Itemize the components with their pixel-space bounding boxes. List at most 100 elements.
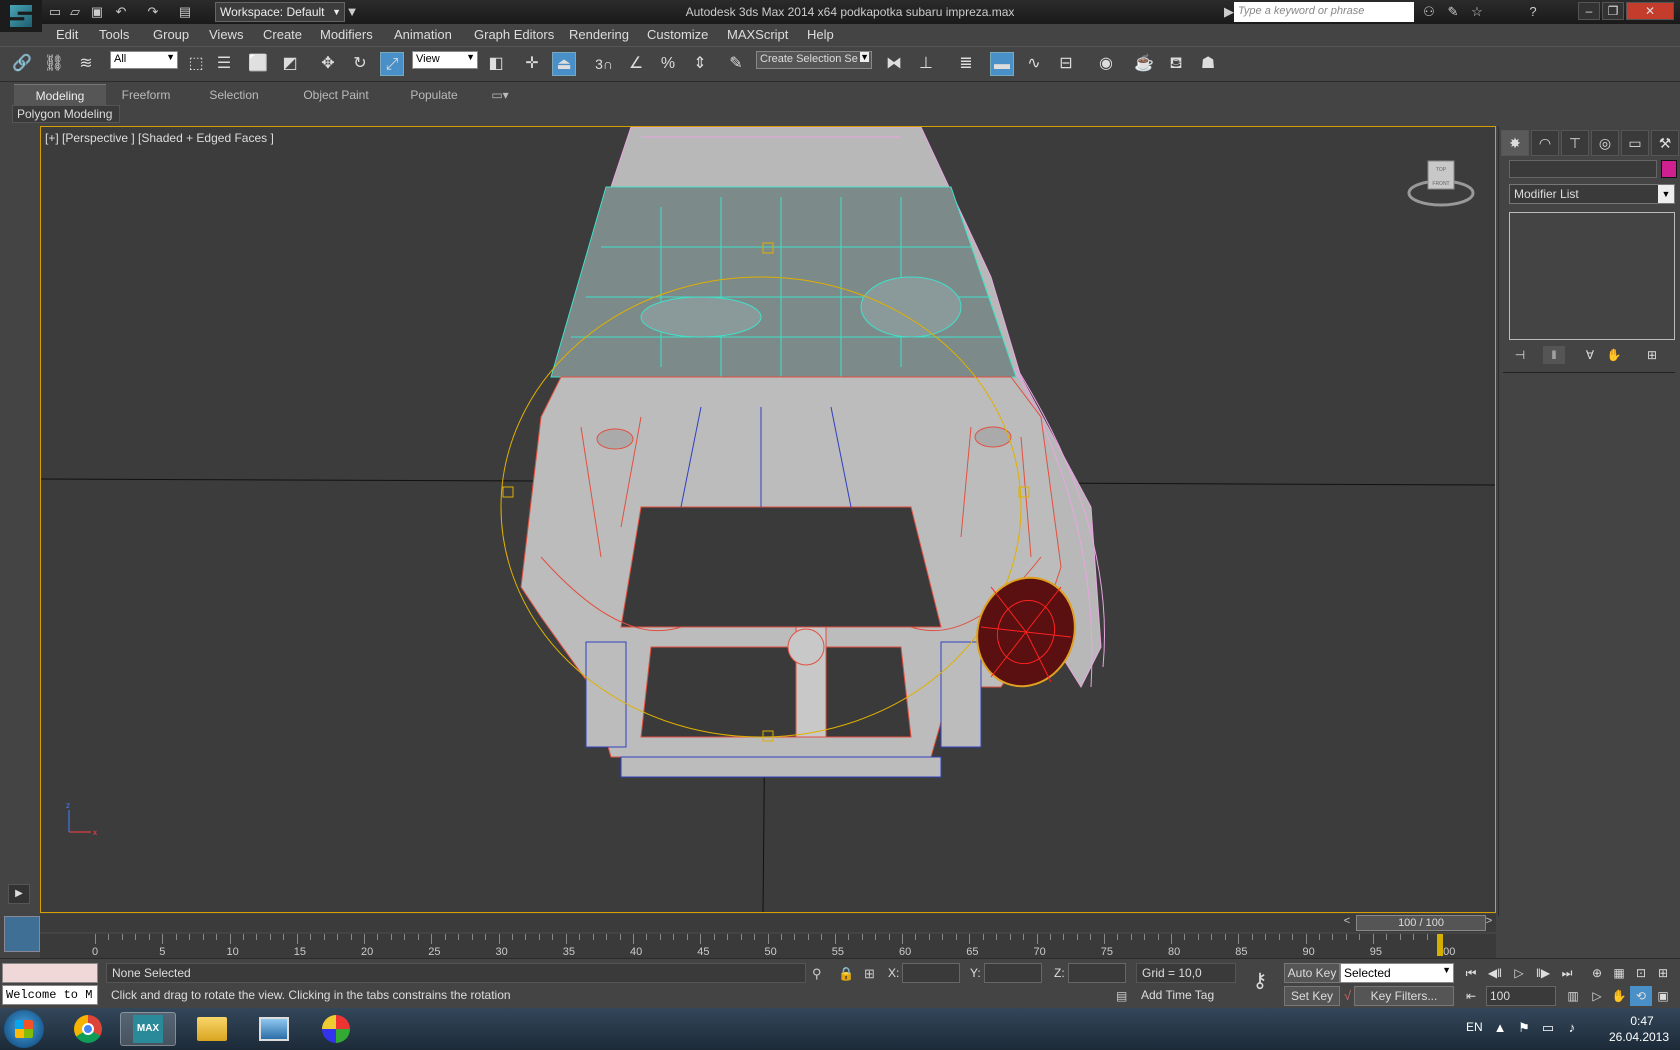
action-center-flag-icon[interactable]: ⚑ (1514, 1020, 1534, 1036)
make-unique-icon[interactable]: ∀ (1579, 346, 1601, 364)
schematic-view-icon[interactable]: ⊟ (1054, 52, 1078, 76)
ribbon-tab-freeform[interactable]: Freeform (112, 84, 180, 106)
clock-date[interactable]: 26.04.2013 (1602, 1030, 1676, 1044)
percent-snap-icon[interactable]: % (656, 52, 680, 76)
object-color-swatch[interactable] (1661, 160, 1677, 178)
window-crossing-icon[interactable]: ◩ (278, 52, 302, 76)
track-bar[interactable]: 0 5 10 15 20 25 30 35 40 45 50 55 60 65 70 75 80 85 90 95 10… (40, 934, 1496, 958)
menu-maxscript[interactable]: MAXScript (727, 24, 788, 46)
volume-icon[interactable]: ♪ (1562, 1020, 1582, 1035)
remove-modifier-icon[interactable]: ✋ (1603, 346, 1625, 364)
start-button[interactable] (4, 1010, 44, 1048)
menu-tools[interactable]: Tools (99, 24, 129, 46)
time-slider-next[interactable]: > (1482, 915, 1496, 931)
auto-key-button[interactable]: Auto Key (1284, 963, 1340, 983)
show-hidden-icons-icon[interactable]: ▲ (1490, 1020, 1510, 1035)
time-slider[interactable]: 100 / 100 (1356, 915, 1486, 931)
render-production-icon[interactable]: ☗ (1196, 52, 1220, 76)
bind-space-warp-icon[interactable]: ≋ (74, 52, 98, 76)
render-setup-icon[interactable]: ☕ (1132, 52, 1156, 76)
object-name-field[interactable] (1509, 160, 1657, 178)
taskbar-photo-viewer[interactable] (246, 1012, 302, 1046)
ribbon-tab-populate[interactable]: Populate (398, 84, 470, 106)
close-button[interactable]: ✕ (1626, 2, 1674, 20)
time-configuration-icon[interactable] (4, 916, 40, 952)
show-end-result-icon[interactable]: ‖ (1543, 346, 1565, 364)
toggle-ribbon-icon[interactable]: ▬ (990, 52, 1014, 76)
viewport-scene[interactable]: TOP FRONT z x (41, 127, 1496, 913)
binoculars-icon[interactable]: ⚇ (1420, 3, 1438, 21)
select-by-name-icon[interactable]: ☰ (212, 52, 236, 76)
named-selection-set-select[interactable]: Create Selection Se ▼ (756, 51, 872, 69)
menu-create[interactable]: Create (263, 24, 302, 46)
spinner-snap-icon[interactable]: ⇕ (688, 52, 712, 76)
motion-tab-icon[interactable]: ◎ (1591, 130, 1619, 156)
orbit-icon[interactable]: ⟲ (1630, 986, 1652, 1006)
redo-icon[interactable]: ↷ (144, 3, 162, 21)
select-and-rotate-icon[interactable]: ↻ (348, 52, 372, 76)
time-config-icon[interactable]: ▥ (1562, 986, 1584, 1006)
add-time-tag[interactable]: Add Time Tag (1136, 986, 1236, 1006)
modify-tab-icon[interactable]: ◠ (1531, 130, 1559, 156)
clock-time[interactable]: 0:47 (1610, 1014, 1674, 1028)
pan-view-icon[interactable]: ✋ (1608, 986, 1630, 1006)
search-input[interactable]: Type a keyword or phrase (1234, 2, 1414, 22)
go-to-start-icon[interactable]: ⏮ (1460, 963, 1482, 983)
utilities-tab-icon[interactable]: ⚒ (1651, 130, 1679, 156)
pivot-point-center-icon[interactable]: ◧ (484, 52, 508, 76)
rendered-frame-window-icon[interactable]: ⛾ (1164, 52, 1188, 76)
previous-frame-icon[interactable]: ◀‖ (1484, 963, 1506, 983)
align-icon[interactable]: ⊥ (914, 52, 938, 76)
menu-modifiers[interactable]: Modifiers (320, 24, 373, 46)
ribbon-tab-selection[interactable]: Selection (200, 84, 268, 106)
menu-group[interactable]: Group (153, 24, 189, 46)
expand-play-icon[interactable]: ▶ (8, 884, 30, 904)
mirror-icon[interactable]: ⧓ (882, 52, 906, 76)
field-of-view-icon[interactable]: ▷ (1586, 986, 1608, 1006)
edit-named-selection-icon[interactable]: ✎ (724, 52, 748, 76)
restore-button[interactable]: ❐ (1602, 2, 1624, 20)
select-and-manipulate-icon[interactable]: ✛ (520, 52, 544, 76)
ribbon-tab-modeling[interactable]: Modeling (14, 84, 106, 106)
menu-graph-editors[interactable]: Graph Editors (474, 24, 554, 46)
save-file-icon[interactable]: ▣ (88, 3, 106, 21)
create-tab-icon[interactable]: ✸ (1501, 130, 1529, 156)
minimize-button[interactable]: – (1578, 2, 1600, 20)
quick-access-dropdown-icon[interactable]: ▼ (343, 3, 361, 21)
y-coordinate-field[interactable] (984, 963, 1042, 983)
favorites-star-icon[interactable]: ☆ (1468, 3, 1486, 21)
default-in-out-tangents-icon[interactable]: √ (1344, 988, 1351, 1003)
play-icon[interactable]: ▷ (1508, 963, 1530, 983)
ribbon-panel-polygon-modeling[interactable]: Polygon Modeling (12, 105, 120, 123)
unlink-icon[interactable]: ⛓ (42, 52, 66, 76)
menu-edit[interactable]: Edit (56, 24, 78, 46)
ribbon-tab-object-paint[interactable]: Object Paint (292, 84, 380, 106)
undo-icon[interactable]: ↶ (112, 3, 130, 21)
taskbar-paint[interactable] (308, 1012, 364, 1046)
menu-views[interactable]: Views (209, 24, 243, 46)
manage-layers-icon[interactable]: ≣ (954, 52, 978, 76)
maximize-toggle-icon[interactable]: ▣ (1652, 986, 1674, 1006)
open-file-icon[interactable]: ▱ (66, 3, 84, 21)
subscription-icon[interactable]: ✎ (1444, 3, 1462, 21)
zoom-region-icon[interactable]: ⊡ (1630, 963, 1652, 983)
hierarchy-tab-icon[interactable]: ⊤ (1561, 130, 1589, 156)
go-to-end-icon[interactable]: ⏭ (1556, 963, 1578, 983)
menu-customize[interactable]: Customize (647, 24, 708, 46)
menu-help[interactable]: Help (807, 24, 834, 46)
selection-filter-select[interactable]: All ▼ (110, 51, 178, 69)
current-frame-field[interactable]: 100 (1486, 986, 1556, 1006)
new-file-icon[interactable]: ▭ (46, 3, 64, 21)
taskbar-3dsmax[interactable]: MAX (120, 1012, 176, 1046)
snaps-toggle-icon[interactable]: 3∩ (592, 52, 616, 76)
maxscript-mini-listener-top[interactable] (2, 963, 98, 983)
transform-mode-icon[interactable]: ⊞ (864, 966, 875, 982)
curve-editor-icon[interactable]: ∿ (1022, 52, 1046, 76)
modifier-stack[interactable] (1509, 212, 1675, 340)
project-folder-icon[interactable]: ▤ (176, 3, 194, 21)
set-keys-icon[interactable]: ⚷ (1246, 968, 1274, 996)
rectangular-selection-icon[interactable]: ⬜ (246, 52, 270, 76)
menu-rendering[interactable]: Rendering (569, 24, 629, 46)
taskbar-explorer[interactable] (184, 1012, 240, 1046)
zoom-extents-all-icon[interactable]: ⊕ (1586, 963, 1608, 983)
